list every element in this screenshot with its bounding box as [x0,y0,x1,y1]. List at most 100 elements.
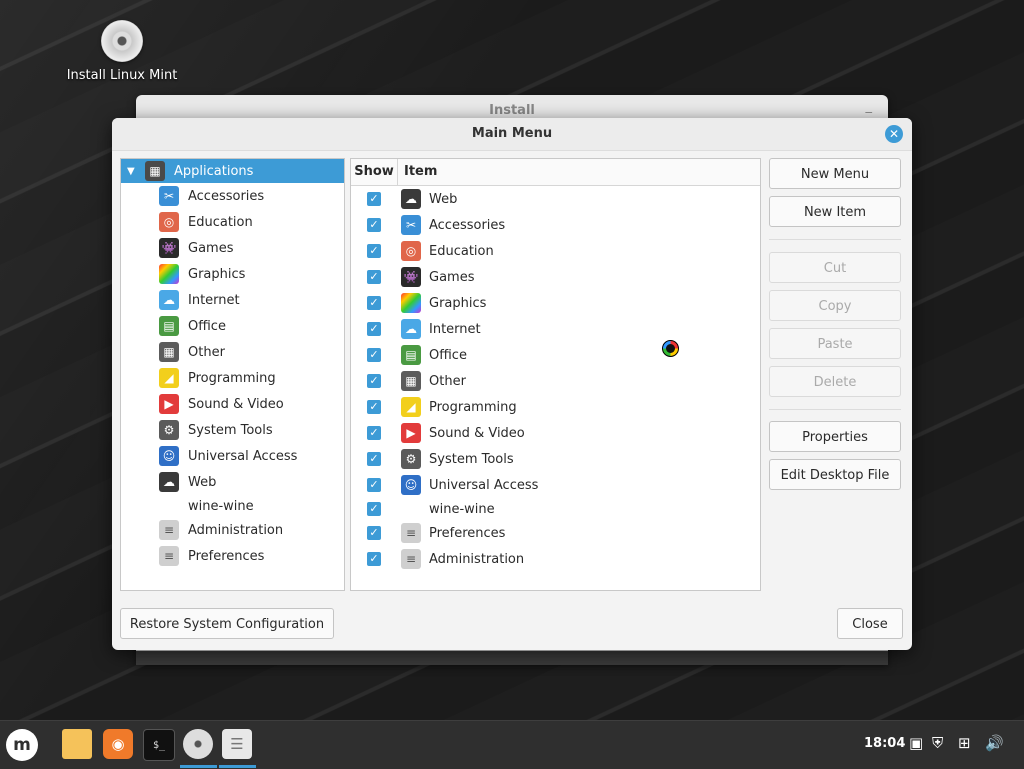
show-checkbox[interactable]: ✓ [367,426,381,440]
divider [769,409,901,410]
tree-item[interactable]: ▶ Sound & Video [121,391,344,417]
list-item[interactable]: ✓ ≡ Preferences [351,520,760,546]
tree-item[interactable]: ◢ Programming [121,365,344,391]
tree-item[interactable]: Graphics [121,261,344,287]
mint-menu-icon[interactable]: m [6,729,38,761]
main-menu-app-icon[interactable]: ☰ [222,729,252,759]
tree-item[interactable]: ▦ Other [121,339,344,365]
play-icon: ▶ [159,394,179,414]
show-checkbox[interactable]: ✓ [367,270,381,284]
copy-button[interactable]: Copy [769,290,901,321]
show-checkbox[interactable]: ✓ [367,192,381,206]
list-item[interactable]: ✓ 👾 Games [351,264,760,290]
tree-item[interactable]: ▤ Office [121,313,344,339]
list-item-label: Accessories [429,217,506,233]
paste-button[interactable]: Paste [769,328,901,359]
blank-icon [401,499,421,519]
education-icon: ◎ [159,212,179,232]
clipboard-icon[interactable]: ▣ [909,734,923,752]
list-item-label: Programming [429,399,517,415]
show-checkbox[interactable]: ✓ [367,552,381,566]
show-checkbox[interactable]: ✓ [367,452,381,466]
tree-item-label: wine-wine [188,498,254,514]
properties-button[interactable]: Properties [769,421,901,452]
document-icon: ▤ [159,316,179,336]
list-item-label: Sound & Video [429,425,525,441]
firefox-icon[interactable]: ◉ [103,729,133,759]
volume-icon[interactable]: 🔊 [985,734,1004,752]
tree-item-label: Other [188,344,225,360]
tree-item[interactable]: ☁ Internet [121,287,344,313]
column-header-show[interactable]: Show [351,159,398,185]
toggle-icon: ≡ [159,546,179,566]
gear-icon: ⚙ [159,420,179,440]
show-checkbox[interactable]: ✓ [367,478,381,492]
tree-item[interactable]: ≡ Administration [121,517,344,543]
show-checkbox[interactable]: ✓ [367,374,381,388]
edit-desktop-file-button[interactable]: Edit Desktop File [769,459,901,490]
tree-item[interactable]: 👾 Games [121,235,344,261]
delete-button[interactable]: Delete [769,366,901,397]
list-item[interactable]: ✓ wine-wine [351,498,760,520]
menu-items-list: Show Item ✓ ☁ Web ✓ ✂ Accessories ✓ ◎ Education ✓… [350,158,761,591]
list-item[interactable]: ✓ ⚙ System Tools [351,446,760,472]
shield-icon[interactable]: ⛨ [932,734,943,752]
gamepad-icon: 👾 [401,267,421,287]
files-folder-icon[interactable] [62,729,92,759]
list-item[interactable]: ✓ ▶ Sound & Video [351,420,760,446]
cut-button[interactable]: Cut [769,252,901,283]
cloud-icon: ☁ [159,290,179,310]
ruler-icon: ◢ [401,397,421,417]
show-checkbox[interactable]: ✓ [367,502,381,516]
tree-item-applications[interactable]: ▼ ▦ Applications [121,159,344,183]
restore-system-configuration-button[interactable]: Restore System Configuration [120,608,334,639]
close-button[interactable]: Close [837,608,903,639]
list-item[interactable]: ✓ ☺ Universal Access [351,472,760,498]
tree-item[interactable]: ✂ Accessories [121,183,344,209]
tree-item[interactable]: ◎ Education [121,209,344,235]
expander-arrow-icon[interactable]: ▼ [127,166,137,177]
show-checkbox[interactable]: ✓ [367,348,381,362]
list-item[interactable]: ✓ ☁ Internet [351,316,760,342]
list-item[interactable]: ✓ ◢ Programming [351,394,760,420]
show-checkbox[interactable]: ✓ [367,526,381,540]
list-item-label: Games [429,269,475,285]
show-checkbox[interactable]: ✓ [367,218,381,232]
list-item[interactable]: ✓ ☁ Web [351,186,760,212]
terminal-icon[interactable]: $_ [143,729,175,761]
list-item[interactable]: ✓ ▤ Office [351,342,760,368]
tree-item[interactable]: ⚙ System Tools [121,417,344,443]
network-icon[interactable]: ⊞ [958,734,971,752]
scissors-icon: ✂ [159,186,179,206]
install-disc-icon[interactable] [183,729,213,759]
accessibility-icon: ☺ [401,475,421,495]
show-checkbox[interactable]: ✓ [367,244,381,258]
column-header-item[interactable]: Item [398,159,437,185]
list-item[interactable]: ✓ Graphics [351,290,760,316]
tree-item[interactable]: ☁ Web [121,469,344,495]
grid-icon: ▦ [401,371,421,391]
show-checkbox[interactable]: ✓ [367,296,381,310]
tree-item-label: Accessories [188,188,265,204]
list-item-label: Other [429,373,466,389]
new-item-button[interactable]: New Item [769,196,901,227]
applications-grid-icon: ▦ [145,161,165,181]
list-item[interactable]: ✓ ✂ Accessories [351,212,760,238]
tree-item[interactable]: wine-wine [121,495,344,517]
tree-item[interactable]: ≡ Preferences [121,543,344,569]
minimize-button[interactable]: _ [866,99,873,114]
tree-item-label: Internet [188,292,240,308]
clock[interactable]: 18:04 [864,736,905,751]
show-checkbox[interactable]: ✓ [367,322,381,336]
list-item[interactable]: ✓ ≡ Administration [351,546,760,572]
list-item[interactable]: ✓ ▦ Other [351,368,760,394]
list-item[interactable]: ✓ ◎ Education [351,238,760,264]
desktop-icon-install-linux-mint[interactable]: Install Linux Mint [62,20,182,83]
tree-item-label: Web [188,474,217,490]
main-menu-dialog: Main Menu ✕ ▼ ▦ Applications ✂ Accessorie… [112,118,912,650]
new-menu-button[interactable]: New Menu [769,158,901,189]
install-window-title: Install [489,103,535,118]
show-checkbox[interactable]: ✓ [367,400,381,414]
close-icon[interactable]: ✕ [885,125,903,143]
tree-item[interactable]: ☺ Universal Access [121,443,344,469]
